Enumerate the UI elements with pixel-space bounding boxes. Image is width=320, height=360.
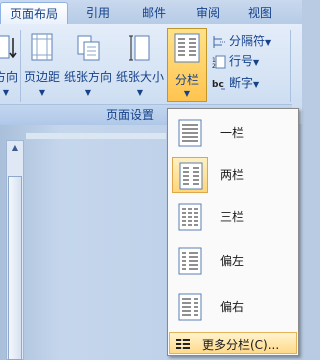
breaks-button[interactable]: 分隔符▼	[212, 32, 271, 50]
hyphenation-label: 断字	[229, 76, 254, 90]
menu-item-label: 一栏	[220, 126, 245, 140]
line-numbers-button[interactable]: 1 2 行号▼	[212, 52, 259, 70]
breaks-icon	[212, 35, 226, 49]
menu-item-label: 偏右	[220, 300, 245, 314]
hyphenation-icon: bc	[212, 77, 226, 91]
chevron-down-icon: ▼	[253, 80, 260, 89]
chevron-down-icon: ▼	[136, 88, 144, 97]
divider	[290, 30, 291, 102]
paper-orientation-label: 纸张方向	[63, 70, 112, 84]
chevron-down-icon: ▼	[38, 88, 46, 97]
menu-item-two-columns[interactable]: 两栏	[170, 155, 296, 195]
breaks-label: 分隔符	[229, 34, 266, 48]
menu-item-label: 三栏	[220, 210, 245, 224]
paper-orientation-icon	[75, 32, 101, 62]
paper-size-label: 纸张大小	[115, 70, 164, 84]
columns-label: 分栏	[174, 73, 199, 87]
line-numbers-icon: 12	[212, 55, 226, 70]
paper-size-icon	[127, 32, 153, 62]
menu-item-label: 两栏	[220, 168, 245, 182]
columns-dropdown-menu: 一栏 两栏 三栏 偏左 偏右	[167, 108, 299, 356]
columns-button[interactable]: 分栏 ▼	[167, 28, 207, 102]
scroll-up-icon[interactable]: ▲	[7, 141, 23, 155]
columns-icon	[174, 33, 200, 66]
scrollbar-thumb[interactable]	[8, 176, 22, 360]
menu-item-label: 偏左	[220, 254, 245, 268]
margins-icon	[29, 32, 55, 62]
tab-page-layout[interactable]: 页面布局	[0, 2, 68, 25]
paper-size-button[interactable]: 纸张大小 ▼	[114, 30, 166, 102]
orientation-label: 方向	[0, 70, 18, 84]
hyphenation-button[interactable]: bc 断字▼	[212, 74, 259, 92]
tab-review[interactable]: 审阅	[186, 2, 230, 24]
tab-references[interactable]: 引用	[76, 2, 120, 24]
more-columns-icon	[176, 338, 190, 352]
orientation-button[interactable]: 方向 ▼	[0, 30, 20, 102]
ribbon-tab-bar: 页面布局 引用 邮件 审阅 视图	[0, 0, 302, 25]
chevron-down-icon: ▼	[265, 38, 272, 47]
menu-item-right[interactable]: 偏右	[170, 287, 296, 327]
orientation-icon	[0, 32, 19, 62]
svg-text:2: 2	[212, 63, 216, 69]
ruler	[26, 133, 166, 139]
menu-item-left[interactable]: 偏左	[170, 241, 296, 281]
line-numbers-label: 行号	[229, 54, 254, 68]
divider	[20, 30, 21, 102]
tab-view[interactable]: 视图	[238, 2, 282, 24]
chevron-down-icon: ▼	[253, 58, 260, 67]
margins-button[interactable]: 页边距 ▼	[22, 30, 62, 102]
chevron-down-icon: ▼	[84, 88, 92, 97]
paper-orientation-button[interactable]: 纸张方向 ▼	[62, 30, 114, 102]
menu-item-three-columns[interactable]: 三栏	[170, 197, 296, 237]
tab-mailings[interactable]: 邮件	[132, 2, 176, 24]
menu-item-one-column[interactable]: 一栏	[170, 113, 296, 153]
margins-label: 页边距	[23, 70, 60, 84]
chevron-down-icon: ▼	[2, 88, 10, 97]
more-columns-label: 更多分栏(C)...	[202, 338, 280, 352]
chevron-down-icon: ▼	[183, 89, 191, 98]
more-columns-button[interactable]: 更多分栏(C)...	[169, 332, 297, 354]
